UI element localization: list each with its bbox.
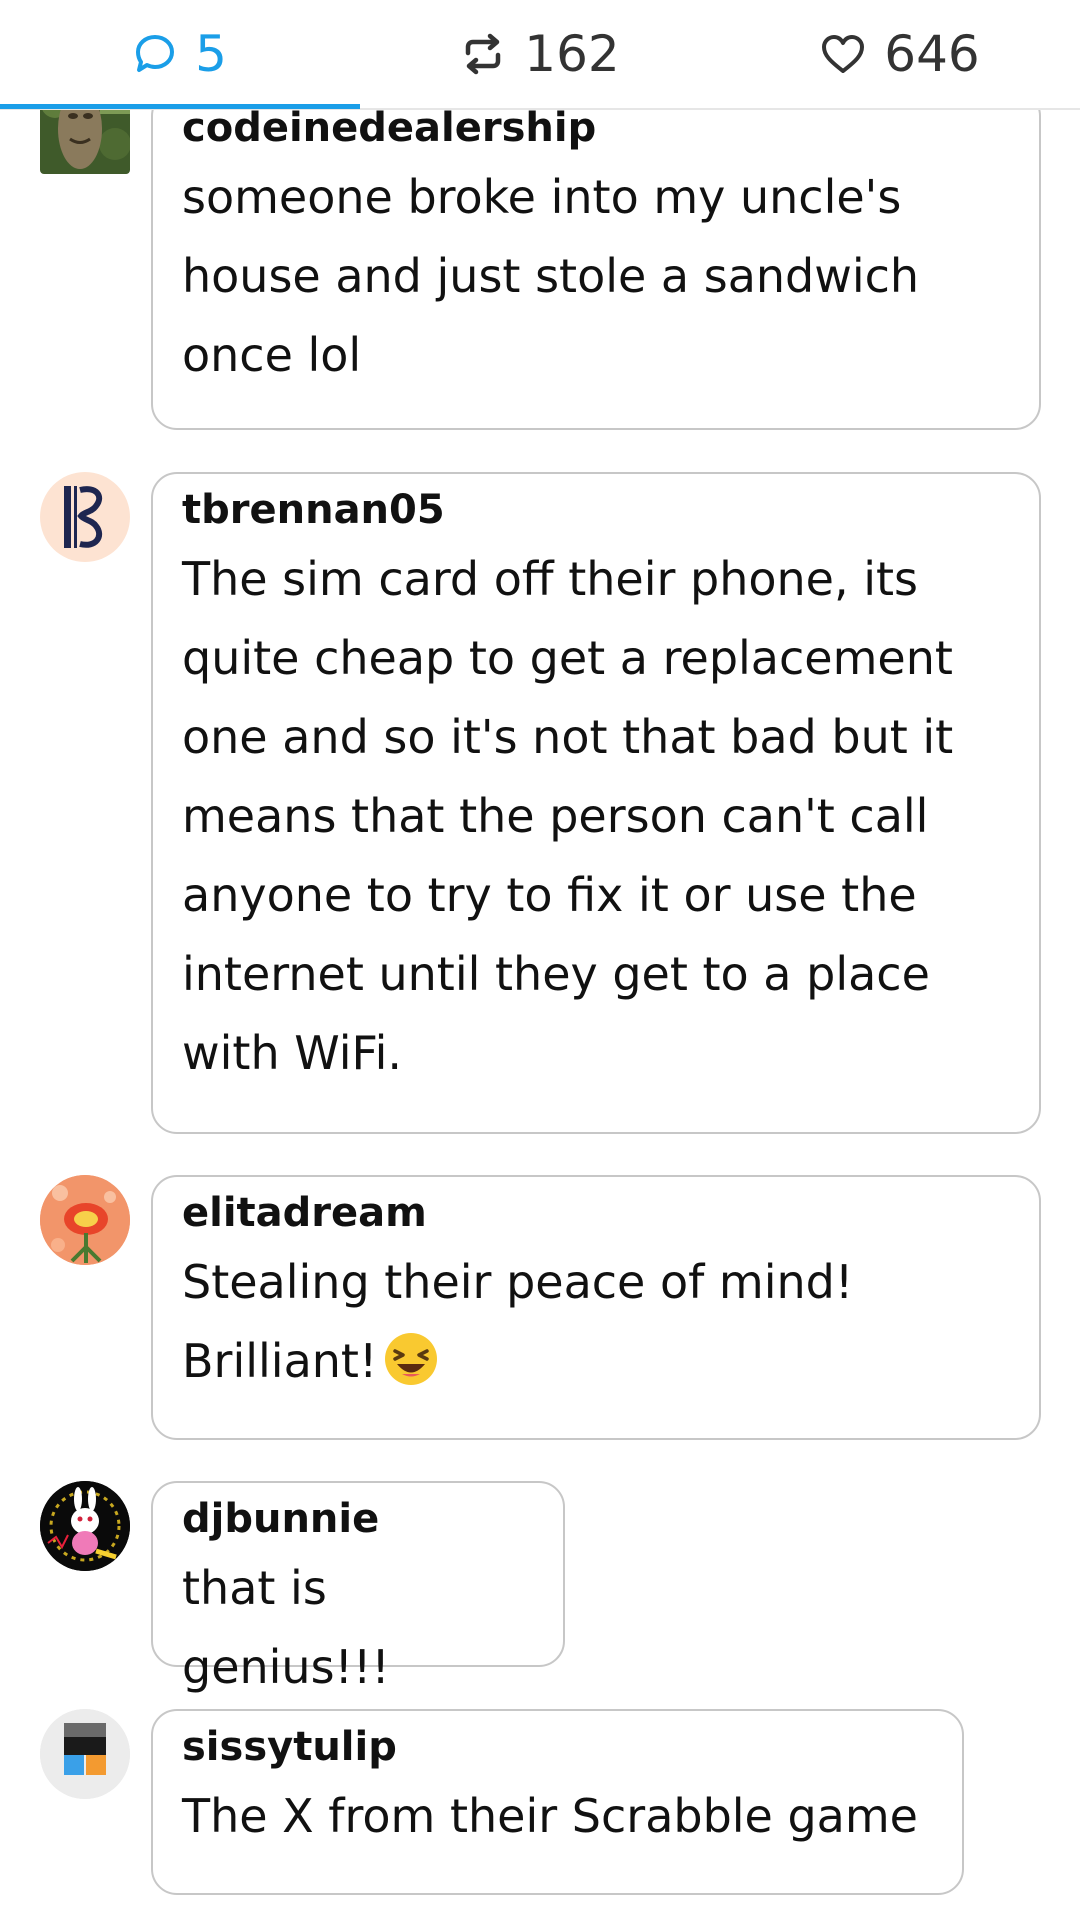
comment-text-line: The X from their Scrabble game: [182, 1789, 918, 1843]
comment-text-line: that is genius!!!: [182, 1561, 390, 1694]
comment-text-line: means that the person can't call: [182, 789, 929, 843]
alto-clef-avatar[interactable]: [40, 472, 130, 562]
comment-text-line: someone broke into my uncle's: [182, 170, 902, 224]
active-tab-indicator: [0, 104, 360, 109]
block-figure-avatar[interactable]: [40, 1709, 130, 1799]
comment-bubble: codeinedealership someone broke into my …: [151, 90, 1041, 430]
comment-username[interactable]: sissytulip: [182, 1721, 934, 1773]
heart-icon: [820, 33, 866, 75]
comment-text-line: quite cheap to get a replacement: [182, 631, 953, 685]
comment-text-line: house and just stole a sandwich: [182, 249, 920, 303]
comment-text-line: with WiFi.: [182, 1026, 402, 1080]
likes-count: 646: [884, 25, 980, 83]
comment-bubble: elitadream Stealing their peace of mind!…: [151, 1175, 1041, 1440]
laughing-face-emoji: [383, 1331, 439, 1387]
tab-reblogs[interactable]: 162: [360, 0, 720, 108]
comment-text: Brilliant!: [182, 1334, 378, 1388]
speech-bubble-icon: [133, 32, 177, 76]
comment-text-line: Stealing their peace of mind!: [182, 1255, 854, 1309]
comment-bubble: tbrennan05 The sim card off their phone,…: [151, 472, 1041, 1134]
replies-count: 5: [195, 25, 227, 83]
flower-avatar[interactable]: [40, 1175, 130, 1265]
comment-text-line: internet until they get to a place: [182, 947, 930, 1001]
comment-username[interactable]: elitadream: [182, 1187, 1011, 1239]
reblogs-count: 162: [524, 25, 620, 83]
comment-bubble: djbunnie that is genius!!!: [151, 1481, 565, 1694]
comment-text-line: anyone to try to fix it or use the: [182, 868, 917, 922]
reblog-icon: [460, 31, 506, 77]
comment-text-line: once lol: [182, 328, 362, 382]
comment-username[interactable]: tbrennan05: [182, 484, 1011, 536]
comment-bubble: sissytulip The X from their Scrabble gam…: [151, 1709, 964, 1895]
comment-username[interactable]: djbunnie: [182, 1493, 535, 1545]
tab-replies[interactable]: 5: [0, 0, 360, 108]
comment-text-line: one and so it's not that bad but it: [182, 710, 954, 764]
bunny-avatar[interactable]: [40, 1481, 130, 1571]
comment-text-line: The sim card off their phone, its: [182, 552, 918, 606]
reaction-tab-bar: 5 162 646: [0, 0, 1080, 110]
tab-likes[interactable]: 646: [720, 0, 1080, 108]
comment-text-line: Brilliant!: [182, 1322, 1011, 1401]
